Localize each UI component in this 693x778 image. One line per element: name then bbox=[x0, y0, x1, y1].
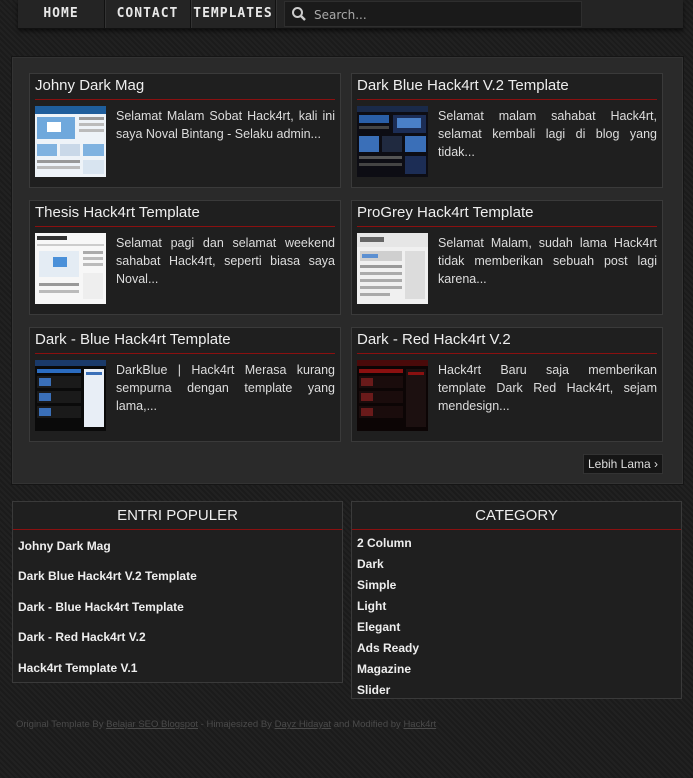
footer-link[interactable]: Belajar SEO Blogspot bbox=[106, 719, 198, 730]
post-card: Johny Dark Mag Selamat Malam Sobat Hack4… bbox=[29, 73, 341, 188]
post-thumbnail[interactable] bbox=[357, 360, 428, 431]
footer-text: Original Template By bbox=[16, 719, 107, 730]
post-snippet: Selamat Malam, sudah lama Hack4rt tidak … bbox=[438, 236, 657, 286]
older-posts-button[interactable]: Lebih Lama › bbox=[583, 454, 663, 474]
category-link[interactable]: Magazine bbox=[357, 662, 411, 676]
title-divider bbox=[13, 529, 342, 530]
popular-post-link[interactable]: Dark Blue Hack4rt V.2 Template bbox=[18, 569, 197, 583]
category-link[interactable]: Dark bbox=[357, 557, 384, 571]
title-divider bbox=[357, 226, 657, 227]
category-link[interactable]: Elegant bbox=[357, 620, 400, 634]
category-link[interactable]: 2 Column bbox=[357, 536, 412, 550]
post-thumbnail[interactable] bbox=[357, 106, 428, 177]
post-card: ProGrey Hack4rt Template Selamat Malam, … bbox=[351, 200, 663, 315]
post-snippet: Hack4rt Baru saja memberikan template Da… bbox=[438, 363, 657, 413]
post-snippet: DarkBlue | Hack4rt Merasa kurang sempurn… bbox=[116, 363, 335, 413]
post-card: Thesis Hack4rt Template Selamat pagi dan… bbox=[29, 200, 341, 315]
post-thumbnail[interactable] bbox=[35, 233, 106, 304]
search-input[interactable] bbox=[312, 5, 576, 25]
post-title-link[interactable]: Dark Blue Hack4rt V.2 Template bbox=[357, 77, 569, 94]
widget-title: CATEGORY bbox=[475, 507, 558, 524]
title-divider bbox=[35, 99, 335, 100]
popular-post-link[interactable]: Hack4rt Template V.1 bbox=[18, 661, 137, 675]
category-link[interactable]: Ads Ready bbox=[357, 641, 419, 655]
footer-text: and Modified by bbox=[331, 719, 404, 730]
footer-credits: Original Template By Belajar SEO Blogspo… bbox=[16, 719, 436, 730]
post-grid: Johny Dark Mag Selamat Malam Sobat Hack4… bbox=[11, 56, 684, 485]
top-nav: HOME CONTACT TEMPLATES bbox=[18, 0, 683, 29]
post-thumbnail[interactable] bbox=[35, 360, 106, 431]
post-thumbnail[interactable] bbox=[35, 106, 106, 177]
post-card: Dark - Red Hack4rt V.2 Hack4rt Baru saja… bbox=[351, 327, 663, 442]
post-snippet: Selamat pagi dan selamat weekend sahabat… bbox=[116, 236, 335, 286]
popular-posts-widget: ENTRI POPULER Johny Dark Mag Dark Blue H… bbox=[12, 501, 343, 683]
title-divider bbox=[357, 99, 657, 100]
post-snippet: Selamat Malam Sobat Hack4rt, kali ini sa… bbox=[116, 109, 335, 141]
title-divider bbox=[35, 226, 335, 227]
search-box bbox=[284, 1, 582, 27]
post-title-link[interactable]: Dark - Blue Hack4rt Template bbox=[35, 331, 231, 348]
widget-title: ENTRI POPULER bbox=[117, 507, 238, 524]
category-link[interactable]: Simple bbox=[357, 578, 396, 592]
post-card: Dark Blue Hack4rt V.2 Template Selamat m… bbox=[351, 73, 663, 188]
post-title-link[interactable]: Dark - Red Hack4rt V.2 bbox=[357, 331, 511, 348]
title-divider bbox=[35, 353, 335, 354]
footer-text: - Himajesized By bbox=[198, 719, 275, 730]
footer-link[interactable]: Hack4rt bbox=[403, 719, 436, 730]
title-divider bbox=[352, 529, 681, 530]
post-title-link[interactable]: ProGrey Hack4rt Template bbox=[357, 204, 533, 221]
post-card: Dark - Blue Hack4rt Template DarkBlue | … bbox=[29, 327, 341, 442]
title-divider bbox=[357, 353, 657, 354]
popular-post-link[interactable]: Johny Dark Mag bbox=[18, 539, 111, 553]
popular-post-link[interactable]: Dark - Blue Hack4rt Template bbox=[18, 600, 184, 614]
post-snippet: Selamat malam sahabat Hack4rt, selamat k… bbox=[438, 109, 657, 159]
category-widget: CATEGORY 2 Column Dark Simple Light Eleg… bbox=[351, 501, 682, 699]
post-title-link[interactable]: Thesis Hack4rt Template bbox=[35, 204, 200, 221]
category-link[interactable]: Slider bbox=[357, 683, 390, 697]
post-title-link[interactable]: Johny Dark Mag bbox=[35, 77, 144, 94]
post-thumbnail[interactable] bbox=[357, 233, 428, 304]
nav-templates-link[interactable]: TEMPLATES bbox=[191, 0, 276, 28]
category-link[interactable]: Light bbox=[357, 599, 386, 613]
nav-home-link[interactable]: HOME bbox=[18, 0, 105, 28]
search-icon bbox=[292, 7, 306, 21]
popular-post-link[interactable]: Dark - Red Hack4rt V.2 bbox=[18, 630, 146, 644]
nav-contact-link[interactable]: CONTACT bbox=[105, 0, 191, 28]
footer-link[interactable]: Dayz Hidayat bbox=[275, 719, 332, 730]
